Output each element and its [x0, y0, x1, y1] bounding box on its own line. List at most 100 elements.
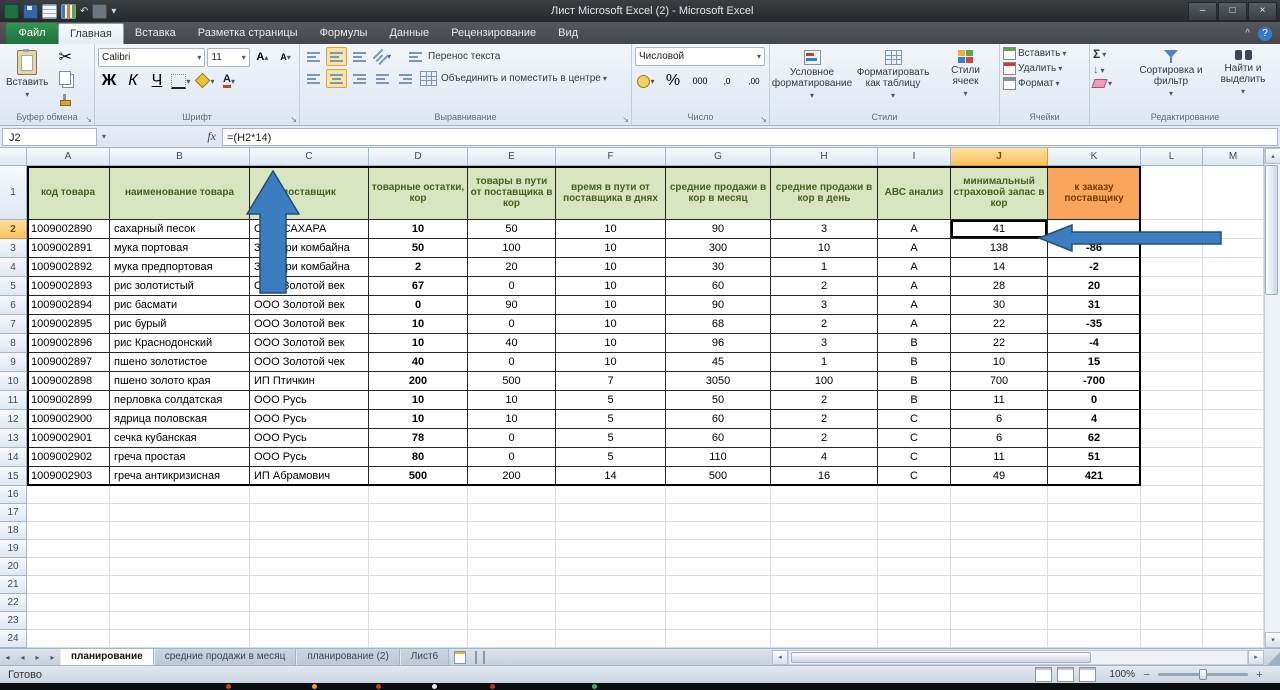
borders-button[interactable]: ▾ — [170, 71, 192, 91]
insert-worksheet-tab[interactable] — [449, 651, 471, 664]
row-header-15[interactable]: 15 — [0, 467, 27, 486]
row-header-11[interactable]: 11 — [0, 391, 27, 410]
cell-L3[interactable] — [1141, 239, 1203, 258]
comma-style-button[interactable]: 000 — [689, 71, 711, 91]
cell-L5[interactable] — [1141, 277, 1203, 296]
cell-I17[interactable] — [878, 504, 951, 522]
cell-A4[interactable]: 1009002892 — [27, 258, 110, 277]
cell-K20[interactable] — [1048, 558, 1141, 576]
row-header-19[interactable]: 19 — [0, 540, 27, 558]
cell-J22[interactable] — [951, 594, 1048, 612]
cell-F7[interactable]: 10 — [556, 315, 666, 334]
row-header-21[interactable]: 21 — [0, 576, 27, 594]
cell-B15[interactable]: греча антикризисная — [110, 467, 250, 486]
cell-M5[interactable] — [1203, 277, 1264, 296]
view-page-break-icon[interactable] — [1079, 667, 1096, 682]
cell-D2[interactable]: 10 — [369, 220, 468, 239]
cell-H3[interactable]: 10 — [771, 239, 878, 258]
cell-J14[interactable]: 11 — [951, 448, 1048, 467]
sheet-tab-3[interactable]: Лист6 — [400, 649, 449, 665]
cell-M10[interactable] — [1203, 372, 1264, 391]
cell-G12[interactable]: 60 — [666, 410, 771, 429]
cell-J19[interactable] — [951, 540, 1048, 558]
cell-D6[interactable]: 0 — [369, 296, 468, 315]
cell-L21[interactable] — [1141, 576, 1203, 594]
cell-I18[interactable] — [878, 522, 951, 540]
sort-filter-button[interactable]: Сортировка и фильтр ▾ — [1136, 47, 1206, 111]
cell-K5[interactable]: 20 — [1048, 277, 1141, 296]
format-painter-button[interactable] — [54, 89, 76, 109]
cell-I24[interactable] — [878, 630, 951, 648]
cell-A7[interactable]: 1009002895 — [27, 315, 110, 334]
column-header-E[interactable]: E — [468, 148, 556, 166]
alignment-dialog-launcher-icon[interactable]: ↘ — [622, 115, 629, 124]
cell-G13[interactable]: 60 — [666, 429, 771, 448]
cell-L18[interactable] — [1141, 522, 1203, 540]
cell-A14[interactable]: 1009002902 — [27, 448, 110, 467]
cell-M16[interactable] — [1203, 486, 1264, 504]
cell-D17[interactable] — [369, 504, 468, 522]
cell-D23[interactable] — [369, 612, 468, 630]
cell-F15[interactable]: 14 — [556, 467, 666, 486]
row-header-5[interactable]: 5 — [0, 277, 27, 296]
cell-I21[interactable] — [878, 576, 951, 594]
cell-L4[interactable] — [1141, 258, 1203, 277]
cell-B5[interactable]: рис золотистый — [110, 277, 250, 296]
cell-H1[interactable]: средние продажи в кор в день — [771, 166, 878, 220]
cell-E24[interactable] — [468, 630, 556, 648]
cell-M15[interactable] — [1203, 467, 1264, 486]
cell-B1[interactable]: наименование товара — [110, 166, 250, 220]
cell-B19[interactable] — [110, 540, 250, 558]
cell-H5[interactable]: 2 — [771, 277, 878, 296]
cell-H15[interactable]: 16 — [771, 467, 878, 486]
cell-A9[interactable]: 1009002897 — [27, 353, 110, 372]
align-bottom-button[interactable] — [349, 47, 370, 66]
cell-B21[interactable] — [110, 576, 250, 594]
cell-F20[interactable] — [556, 558, 666, 576]
cell-M20[interactable] — [1203, 558, 1264, 576]
cell-E3[interactable]: 100 — [468, 239, 556, 258]
cell-I20[interactable] — [878, 558, 951, 576]
cell-H6[interactable]: 3 — [771, 296, 878, 315]
cell-H24[interactable] — [771, 630, 878, 648]
align-top-button[interactable] — [303, 47, 324, 66]
cell-I2[interactable]: А — [878, 220, 951, 239]
cell-E15[interactable]: 200 — [468, 467, 556, 486]
cell-L2[interactable] — [1141, 220, 1203, 239]
cell-styles-button[interactable]: Стили ячеек ▾ — [935, 47, 996, 111]
row-header-17[interactable]: 17 — [0, 504, 27, 522]
cell-K9[interactable]: 15 — [1048, 353, 1141, 372]
cell-A16[interactable] — [27, 486, 110, 504]
cell-L24[interactable] — [1141, 630, 1203, 648]
ribbon-tab-5[interactable]: Рецензирование — [440, 23, 547, 44]
taskbar-icon-2[interactable] — [312, 684, 317, 689]
close-button[interactable]: × — [1248, 2, 1277, 21]
row-header-20[interactable]: 20 — [0, 558, 27, 576]
cell-L1[interactable] — [1141, 166, 1203, 220]
cell-E6[interactable]: 90 — [468, 296, 556, 315]
find-select-button[interactable]: Найти и выделить ▾ — [1209, 47, 1277, 111]
zoom-in-button[interactable]: + — [1253, 669, 1266, 681]
cell-G15[interactable]: 500 — [666, 467, 771, 486]
cell-D3[interactable]: 50 — [369, 239, 468, 258]
cell-B9[interactable]: пшено золотистое — [110, 353, 250, 372]
grow-font-button[interactable]: А▴ — [252, 47, 273, 67]
cell-F6[interactable]: 10 — [556, 296, 666, 315]
cell-L8[interactable] — [1141, 334, 1203, 353]
cell-C19[interactable] — [250, 540, 369, 558]
row-header-14[interactable]: 14 — [0, 448, 27, 467]
cell-H21[interactable] — [771, 576, 878, 594]
formula-input[interactable]: =(H2*14) — [222, 128, 1278, 146]
view-page-layout-icon[interactable] — [1057, 667, 1074, 682]
cell-M1[interactable] — [1203, 166, 1264, 220]
cell-A12[interactable]: 1009002900 — [27, 410, 110, 429]
cell-M4[interactable] — [1203, 258, 1264, 277]
last-sheet-icon[interactable]: ▸ — [45, 650, 60, 665]
cell-F18[interactable] — [556, 522, 666, 540]
cell-H22[interactable] — [771, 594, 878, 612]
cell-D7[interactable]: 10 — [369, 315, 468, 334]
cell-C18[interactable] — [250, 522, 369, 540]
cell-I13[interactable]: С — [878, 429, 951, 448]
cell-C14[interactable]: ООО Русь — [250, 448, 369, 467]
clear-button[interactable]: ▾ — [1093, 79, 1133, 88]
